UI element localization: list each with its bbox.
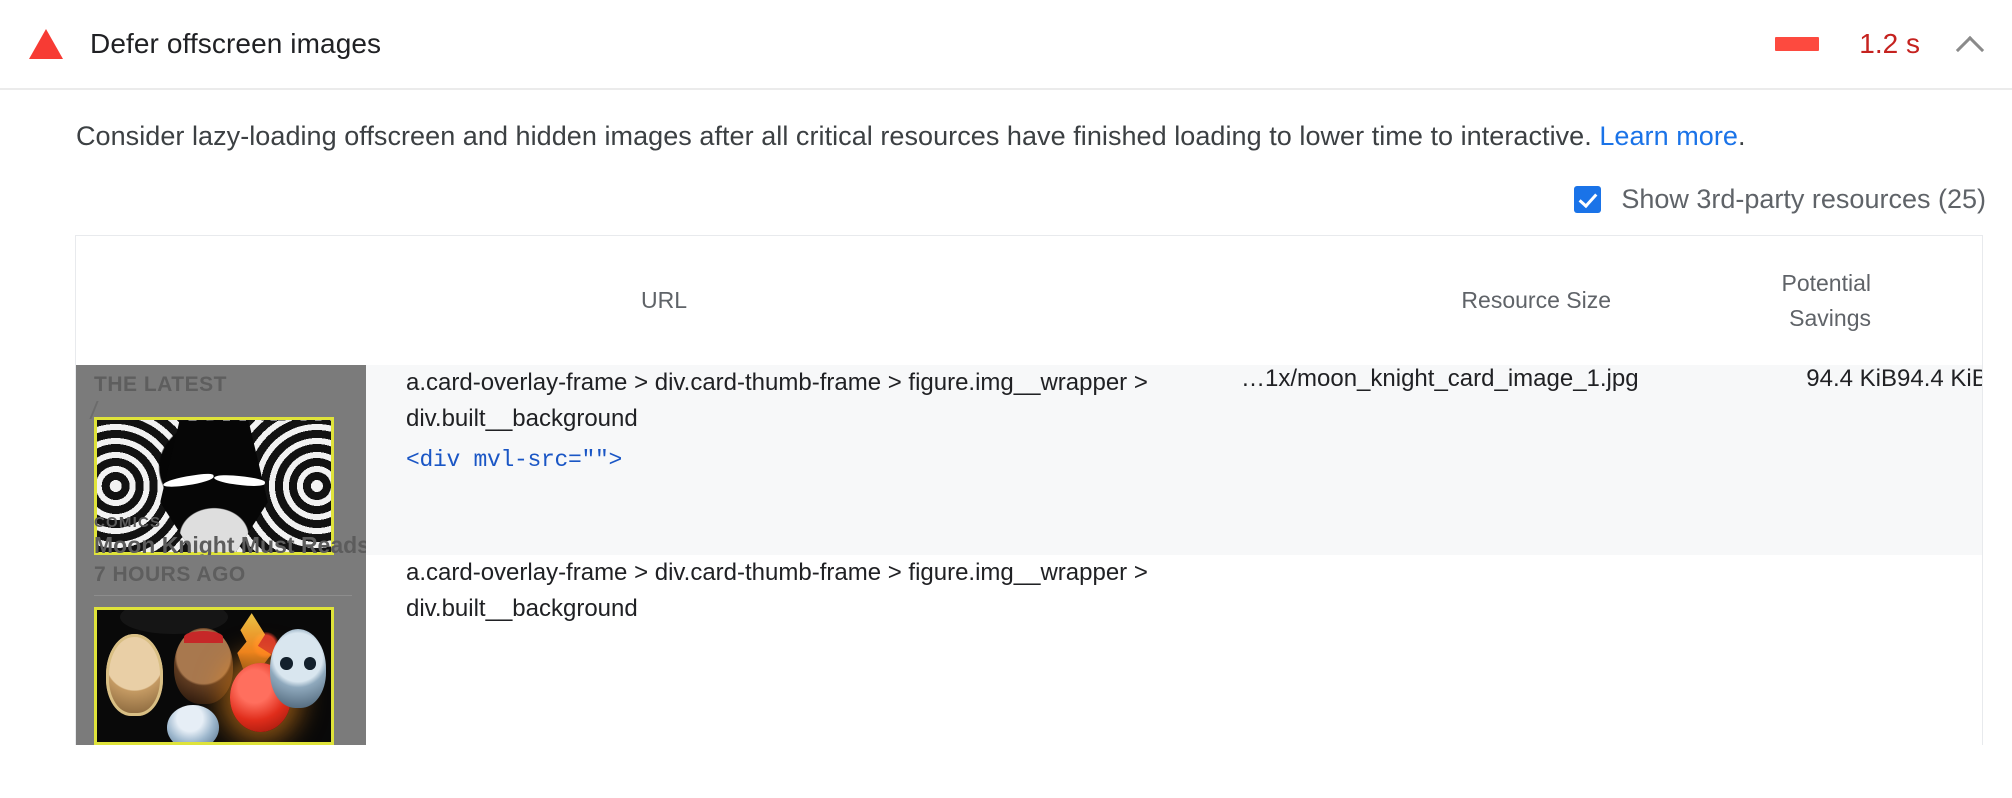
column-header-url: URL bbox=[641, 236, 1241, 366]
warning-triangle-icon bbox=[26, 29, 66, 59]
table-row[interactable]: 7 HOURS AGO a.card-overlay-frame > div.c… bbox=[76, 555, 1982, 746]
table-header: URL Resource Size Potential Savings bbox=[76, 236, 1982, 366]
audit-title: Defer offscreen images bbox=[90, 28, 382, 59]
audit-score-value: 1.2 s bbox=[1859, 28, 1920, 59]
audit-description: Consider lazy-loading offscreen and hidd… bbox=[0, 90, 2012, 154]
row-node-cell: a.card-overlay-frame > div.card-thumb-fr… bbox=[406, 365, 1241, 556]
row-resource-size-value: 94.4 KiB bbox=[1651, 365, 1897, 556]
column-header-resource-size: Resource Size bbox=[1241, 236, 1651, 366]
potential-savings-line-2: Savings bbox=[1789, 304, 1871, 331]
row-thumbnail-cell: 7 HOURS AGO bbox=[76, 555, 406, 746]
audit-results-table: URL Resource Size Potential Savings THE … bbox=[76, 236, 1982, 746]
audit-header-right: 1.2 s bbox=[1775, 27, 2012, 61]
row-resource-size-value bbox=[1651, 555, 1897, 746]
third-party-toggle-row: Show 3rd-party resources (25) bbox=[0, 184, 2012, 215]
thumbnail-category-label: COMICS bbox=[94, 514, 162, 532]
table-header-row: URL Resource Size Potential Savings bbox=[76, 236, 1982, 366]
row-url-value bbox=[1241, 555, 1651, 746]
audit-results-table-wrapper: URL Resource Size Potential Savings THE … bbox=[75, 235, 1983, 746]
learn-more-link[interactable]: Learn more bbox=[1599, 121, 1738, 151]
show-3rd-party-checkbox[interactable] bbox=[1574, 186, 1602, 214]
row-url-value: …1x/moon_knight_card_image_1.jpg bbox=[1241, 365, 1651, 556]
node-selector-path: a.card-overlay-frame > div.card-thumb-fr… bbox=[406, 559, 1148, 623]
thumbnail-preview: 7 HOURS AGO bbox=[76, 555, 366, 746]
audit-description-period: . bbox=[1737, 121, 1746, 151]
show-3rd-party-label[interactable]: Show 3rd-party resources (25) bbox=[1621, 184, 1986, 215]
column-header-thumbnail bbox=[76, 236, 406, 366]
column-header-node bbox=[406, 236, 641, 366]
audit-description-text: Consider lazy-loading offscreen and hidd… bbox=[76, 121, 1600, 151]
audit-header[interactable]: Defer offscreen images 1.2 s bbox=[0, 0, 2012, 90]
node-selector-path: a.card-overlay-frame > div.card-thumb-fr… bbox=[406, 369, 1148, 433]
column-header-potential-savings: Potential Savings bbox=[1651, 236, 1897, 366]
thumbnail-title-label: Moon Knight Must Reads bbox=[94, 532, 366, 556]
chevron-up-icon[interactable] bbox=[1954, 27, 1988, 61]
row-node-cell: a.card-overlay-frame > div.card-thumb-fr… bbox=[406, 555, 1241, 746]
row-thumbnail-cell: THE LATEST COMICS Moon Knight Must Reads bbox=[76, 365, 406, 556]
row-potential-savings-value: 94.4 KiB bbox=[1897, 365, 1982, 556]
thumbnail-preview: THE LATEST COMICS Moon Knight Must Reads bbox=[76, 365, 366, 556]
thumbnail-divider bbox=[94, 595, 352, 597]
score-bar-indicator bbox=[1775, 37, 1820, 51]
potential-savings-line-1: Potential bbox=[1781, 270, 1871, 297]
table-row[interactable]: THE LATEST COMICS Moon Knight Must Reads… bbox=[76, 365, 1982, 556]
table-body: THE LATEST COMICS Moon Knight Must Reads… bbox=[76, 365, 1982, 746]
comic-characters-cover-image bbox=[94, 607, 334, 746]
thumbnail-kicker: THE LATEST bbox=[94, 373, 227, 397]
thumbnail-kicker: 7 HOURS AGO bbox=[94, 563, 246, 587]
node-html-snippet: <div mvl-src=""> bbox=[406, 447, 623, 474]
row-potential-savings-value bbox=[1897, 555, 1982, 746]
